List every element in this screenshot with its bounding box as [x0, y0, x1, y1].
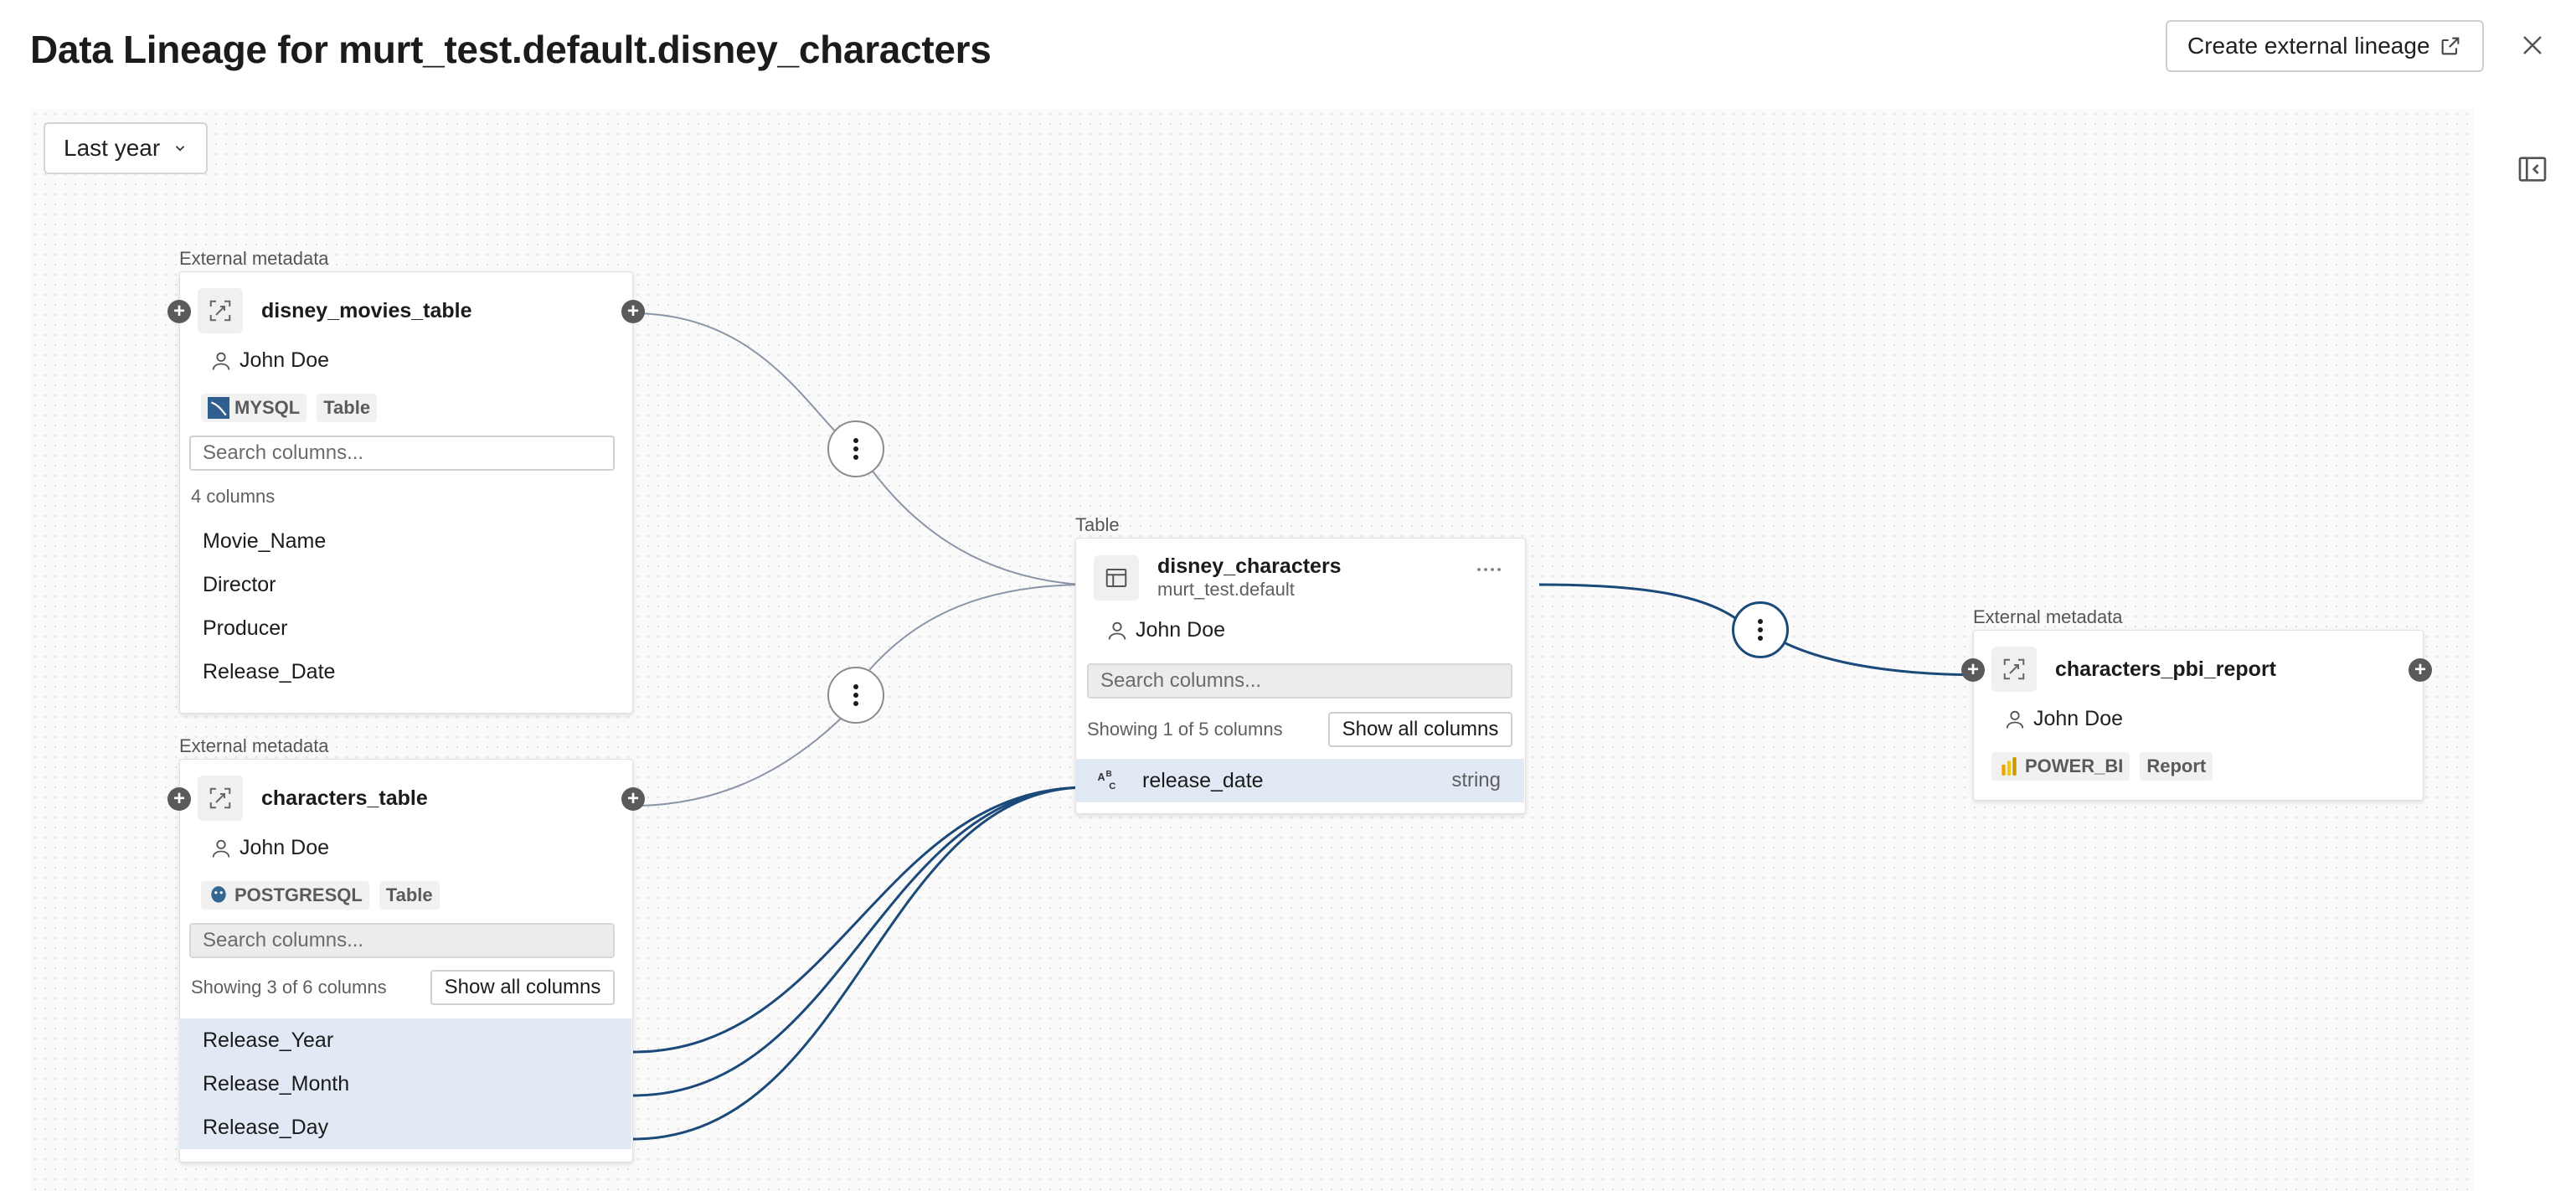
- show-all-columns-button[interactable]: Show all columns: [430, 970, 615, 1005]
- source-badge: POWER_BI: [1991, 752, 2130, 781]
- svg-text:C: C: [1109, 781, 1115, 791]
- column-row[interactable]: Release_Date: [179, 650, 631, 693]
- user-icon: [212, 352, 230, 370]
- movies-table-name: disney_movies_table: [261, 298, 472, 322]
- postgresql-icon: [211, 886, 226, 903]
- column-row-selected[interactable]: Release_Year: [179, 1018, 631, 1062]
- main-search-input[interactable]: [1087, 663, 1512, 699]
- expand-upstream-plus-icon[interactable]: +: [1961, 658, 1985, 682]
- lineage-junction-node[interactable]: [827, 420, 884, 477]
- user-icon: [1108, 621, 1126, 640]
- movies-owner: John Doe: [209, 348, 329, 373]
- characters-column-count: Showing 3 of 6 columns: [191, 977, 387, 998]
- column-name: release_date: [1142, 768, 1264, 792]
- node-section-label: Table: [1075, 514, 1120, 535]
- edge-column-release-day[interactable]: [632, 786, 1088, 1141]
- node-section-label: External metadata: [1973, 606, 2123, 627]
- column-row-selected[interactable]: ABC release_date string: [1075, 759, 1524, 802]
- movies-table-header: disney_movies_table: [198, 288, 472, 333]
- edge-column-release-month[interactable]: [632, 786, 1088, 1097]
- main-column-count: Showing 1 of 5 columns: [1087, 719, 1283, 740]
- column-row-selected[interactable]: Release_Day: [179, 1106, 631, 1149]
- characters-badges: POSTGRESQL Table: [201, 881, 450, 910]
- main-owner: John Doe: [1105, 618, 1225, 642]
- mysql-icon: [208, 397, 229, 419]
- external-table-icon: [198, 776, 243, 821]
- edge-junction-to-main[interactable]: [870, 468, 1081, 585]
- owner-name: John Doe: [240, 348, 330, 372]
- movies-badges: MYSQL Table: [201, 394, 387, 422]
- owner-name: John Doe: [2033, 707, 2124, 730]
- lineage-junction-node-active[interactable]: [1732, 601, 1789, 658]
- svg-text:A: A: [1098, 771, 1105, 783]
- owner-name: John Doe: [240, 836, 330, 859]
- expand-downstream-plus-icon[interactable]: +: [2409, 658, 2432, 682]
- edge-main-to-junction[interactable]: [1538, 583, 1739, 621]
- main-table-schema: murt_test.default: [1157, 579, 1295, 600]
- expand-upstream-plus-icon[interactable]: +: [167, 787, 191, 811]
- node-section-label: External metadata: [179, 248, 329, 269]
- report-badges: POWER_BI Report: [1991, 752, 2223, 781]
- edge-junction2-to-main[interactable]: [868, 584, 1081, 671]
- column-row[interactable]: Director: [179, 563, 631, 606]
- edge-movies-to-junction[interactable]: [632, 312, 845, 441]
- main-table-header: disney_characters murt_test.default: [1094, 554, 1342, 601]
- characters-table-name: characters_table: [261, 786, 428, 810]
- node-section-label: External metadata: [179, 735, 329, 756]
- string-type-icon: A BC: [1098, 770, 1116, 791]
- report-owner: John Doe: [2003, 707, 2123, 731]
- user-icon: [212, 839, 230, 858]
- more-vertical-icon: [853, 436, 858, 461]
- power-bi-icon: [2002, 757, 2017, 776]
- main-table-title-group: disney_characters murt_test.default: [1157, 554, 1342, 601]
- show-all-columns-button[interactable]: Show all columns: [1328, 712, 1512, 747]
- external-table-icon: [198, 288, 243, 333]
- lineage-junction-node[interactable]: [827, 667, 884, 724]
- expand-downstream-plus-icon[interactable]: +: [621, 787, 645, 811]
- expand-downstream-plus-icon[interactable]: +: [621, 300, 645, 323]
- source-badge: MYSQL: [201, 394, 307, 422]
- main-table-name: disney_characters: [1157, 554, 1342, 578]
- user-icon: [2006, 710, 2024, 729]
- report-name: characters_pbi_report: [2055, 657, 2277, 681]
- source-badge: POSTGRESQL: [201, 881, 369, 910]
- type-badge: Table: [317, 394, 378, 422]
- column-row[interactable]: Movie_Name: [179, 519, 631, 563]
- edge-column-release-year[interactable]: [632, 786, 1088, 1054]
- movies-column-count: 4 columns: [191, 486, 276, 507]
- type-badge: Report: [2140, 752, 2213, 781]
- more-horizontal-icon[interactable]: [1477, 568, 1504, 571]
- more-vertical-icon: [853, 683, 858, 708]
- column-row[interactable]: Producer: [179, 606, 631, 650]
- characters-table-header: characters_table: [198, 776, 428, 821]
- column-row-selected[interactable]: Release_Month: [179, 1062, 631, 1106]
- characters-owner: John Doe: [209, 836, 329, 860]
- column-type: string: [1451, 769, 1501, 791]
- edge-junction-to-report[interactable]: [1785, 642, 1986, 677]
- characters-search-input[interactable]: [189, 923, 615, 958]
- external-table-icon: [1991, 647, 2037, 692]
- report-header: characters_pbi_report: [1991, 647, 2276, 692]
- movies-search-input[interactable]: [189, 436, 615, 471]
- edge-characters-to-junction[interactable]: [632, 716, 843, 807]
- more-vertical-icon: [1758, 617, 1763, 642]
- owner-name: John Doe: [1136, 618, 1226, 642]
- table-icon: [1094, 554, 1139, 601]
- svg-text:B: B: [1106, 770, 1112, 779]
- expand-upstream-plus-icon[interactable]: +: [167, 300, 191, 323]
- type-badge: Table: [379, 881, 440, 910]
